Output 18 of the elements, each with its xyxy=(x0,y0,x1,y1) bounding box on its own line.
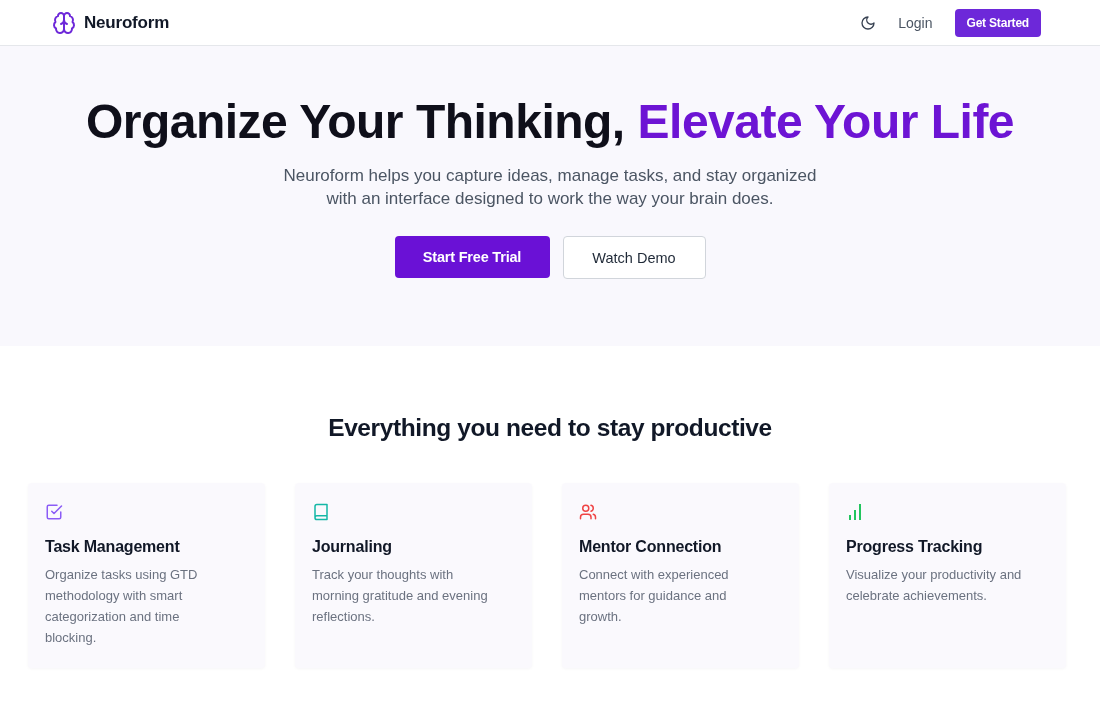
feature-description: Organize tasks using GTD methodology with smart categorization and time blocking. xyxy=(45,566,199,647)
brain-logo-icon xyxy=(52,10,76,35)
features-heading: Everything you need to stay productive xyxy=(328,413,772,443)
feature-description: Visualize your productivity and celebrate achievements. xyxy=(846,566,1023,605)
brand-name: Neuroform xyxy=(84,12,170,33)
feature-title: Mentor Connection xyxy=(579,537,723,557)
watch-demo-button[interactable]: Watch Demo xyxy=(562,236,706,279)
moon-icon[interactable] xyxy=(860,14,877,31)
hero-title: Organize Your Thinking, Elevate Your Life xyxy=(85,94,1015,150)
get-started-button[interactable]: Get Started xyxy=(954,8,1041,37)
start-free-trial-button[interactable]: Start Free Trial xyxy=(394,236,550,278)
hero-subtitle: Neuroform helps you capture ideas, manage tasks, and stay organized with an interface designed to work the way your brain does. xyxy=(282,165,818,210)
feature-description: Track your thoughts with morning gratitude and evening reflections. xyxy=(312,566,489,626)
feature-title: Journaling xyxy=(312,537,393,557)
feature-description: Connect with experienced mentors for guidance and growth. xyxy=(579,566,730,626)
feature-title: Task Management xyxy=(45,537,181,557)
feature-title: Progress Tracking xyxy=(846,537,984,557)
login-link[interactable]: Login xyxy=(898,14,933,31)
